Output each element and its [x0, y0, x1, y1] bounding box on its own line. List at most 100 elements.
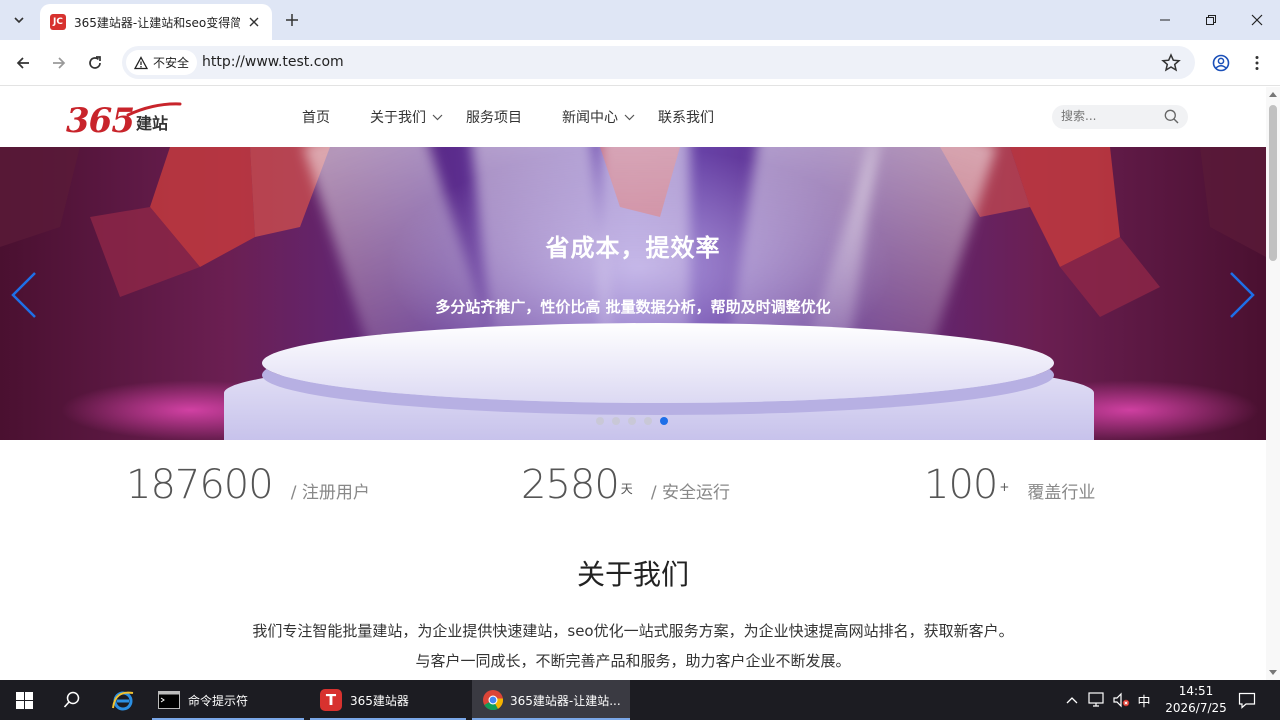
clock-time: 14:51 [1178, 684, 1214, 698]
browser-tab-bar: JC 365建站器-让建站和seo变得简 [0, 0, 1280, 40]
bookmark-star-icon[interactable] [1161, 53, 1181, 73]
page-scrollbar[interactable] [1266, 87, 1280, 680]
about-text-line-1: 我们专注智能批量建站，为企业提供快速建站，seo优化一站式服务方案，为企业快速提… [252, 622, 1014, 640]
taskbar-search-button[interactable] [48, 680, 96, 720]
nav-about-label: 关于我们 [370, 110, 426, 126]
banner-dot[interactable] [644, 417, 652, 425]
windows-taskbar: 命令提示符 T 365建站器 365建站器-让建站... 中 14:51 202… [0, 680, 1280, 720]
stat-industries: 100 + 覆盖行业 [924, 462, 1095, 508]
site-search [1052, 105, 1188, 129]
banner-title: 省成本，提效率 [545, 234, 721, 262]
tray-volume[interactable] [1110, 680, 1132, 720]
close-window-button[interactable] [1234, 0, 1280, 40]
stage-top [262, 323, 1054, 403]
banner-dot[interactable] [596, 417, 604, 425]
site-header: 365 建站 首页 关于我们 服务项目 新闻中心 联系我们 [0, 87, 1266, 147]
taskbar-app-label: 365建站器 [350, 693, 409, 708]
nav-news-label: 新闻中心 [562, 110, 618, 126]
nav-contact[interactable]: 联系我们 [658, 87, 714, 147]
app-365-icon: T [320, 689, 342, 711]
tab-close-button[interactable] [246, 14, 262, 30]
new-tab-button[interactable] [282, 10, 302, 30]
taskbar-ie[interactable] [100, 680, 146, 720]
nav-news[interactable]: 新闻中心 [562, 87, 635, 147]
profile-icon [1212, 54, 1230, 72]
stat-number: 2580 [521, 462, 620, 508]
security-label: 不安全 [153, 56, 190, 70]
more-vertical-icon [1255, 56, 1259, 70]
stat-number: 100 [924, 462, 998, 508]
windows-logo-icon [15, 691, 33, 709]
start-button[interactable] [0, 680, 48, 720]
forward-button[interactable] [47, 51, 71, 75]
chevron-down-icon [14, 17, 24, 24]
tray-overflow-button[interactable] [1062, 680, 1082, 720]
stat-label: / 安全运行 [650, 483, 730, 503]
scroll-up-icon[interactable] [1269, 91, 1277, 97]
banner-subtitle: 多分站齐推广，性价比高 批量数据分析，帮助及时调整优化 [435, 298, 831, 316]
warning-icon [134, 55, 148, 69]
stat-unit: 天 [620, 482, 633, 496]
about-text-line-2: 与客户一同成长，不断完善产品和服务，助力客户企业不断发展。 [415, 652, 851, 670]
network-icon [1088, 692, 1104, 707]
nav-services[interactable]: 服务项目 [466, 87, 522, 147]
browser-tab-active[interactable]: JC 365建站器-让建站和seo变得简 [40, 4, 272, 40]
about-title: 关于我们 [576, 558, 689, 591]
address-bar[interactable]: 不安全 http://www.test.com [122, 46, 1195, 79]
scroll-down-icon[interactable] [1269, 670, 1277, 676]
browser-menu-button[interactable] [1245, 51, 1269, 75]
profile-button[interactable] [1209, 51, 1233, 75]
reload-icon [89, 56, 101, 69]
volume-muted-icon [1113, 692, 1130, 708]
back-button[interactable] [11, 51, 35, 75]
nav-services-label: 服务项目 [466, 110, 522, 126]
reload-button[interactable] [83, 51, 107, 75]
close-icon [249, 17, 259, 27]
logo-swoosh-icon [126, 102, 182, 117]
banner-next-arrow-icon[interactable] [1227, 271, 1257, 319]
tray-network[interactable] [1086, 680, 1108, 720]
taskbar-app-label: 命令提示符 [188, 693, 249, 708]
nav-contact-label: 联系我们 [658, 110, 714, 126]
minimize-icon [1160, 19, 1170, 21]
internet-explorer-icon [112, 691, 134, 711]
banner-dot-active[interactable] [660, 417, 668, 425]
command-prompt-icon [158, 691, 180, 709]
site-logo[interactable]: 365 建站 [66, 99, 182, 141]
arrow-left-icon [16, 57, 29, 69]
banner-dot[interactable] [612, 417, 620, 425]
nav-home[interactable]: 首页 [302, 87, 330, 147]
restore-icon [1206, 15, 1216, 25]
taskbar-app-cmd[interactable]: 命令提示符 [152, 680, 304, 720]
stat-label: 覆盖行业 [1027, 483, 1096, 503]
logo-number: 365 [66, 101, 135, 141]
tab-search-button[interactable] [6, 8, 32, 32]
search-icon[interactable] [1164, 109, 1179, 124]
tray-ime[interactable]: 中 [1134, 680, 1154, 720]
action-center-button[interactable] [1232, 680, 1262, 720]
clock-date: 2026/7/25 [1165, 701, 1227, 715]
notification-icon [1238, 692, 1256, 709]
restore-button[interactable] [1188, 0, 1234, 40]
search-input[interactable] [1061, 109, 1157, 123]
search-icon [63, 691, 80, 708]
banner-dot[interactable] [628, 417, 636, 425]
stat-number: 187600 [126, 462, 274, 508]
banner-pagination [596, 417, 668, 425]
stat-uptime: 2580 天 / 安全运行 [521, 462, 730, 508]
tray-clock[interactable]: 14:51 2026/7/25 [1158, 683, 1234, 717]
taskbar-app-label: 365建站器-让建站... [510, 693, 621, 708]
scrollbar-thumb[interactable] [1269, 105, 1277, 261]
nav-about[interactable]: 关于我们 [370, 87, 443, 147]
chrome-icon [483, 690, 504, 711]
arrow-right-icon [53, 57, 66, 69]
chevron-down-icon [432, 114, 443, 120]
close-icon [1251, 14, 1263, 26]
minimize-button[interactable] [1142, 0, 1188, 40]
taskbar-app-chrome[interactable]: 365建站器-让建站... [472, 680, 630, 720]
taskbar-app-365[interactable]: T 365建站器 [310, 680, 466, 720]
hero-banner: 省成本，提效率 多分站齐推广，性价比高 批量数据分析，帮助及时调整优化 [0, 147, 1266, 440]
security-indicator[interactable]: 不安全 [126, 50, 198, 75]
stat-users: 187600 / 注册用户 [126, 462, 370, 508]
banner-prev-arrow-icon[interactable] [9, 271, 39, 319]
